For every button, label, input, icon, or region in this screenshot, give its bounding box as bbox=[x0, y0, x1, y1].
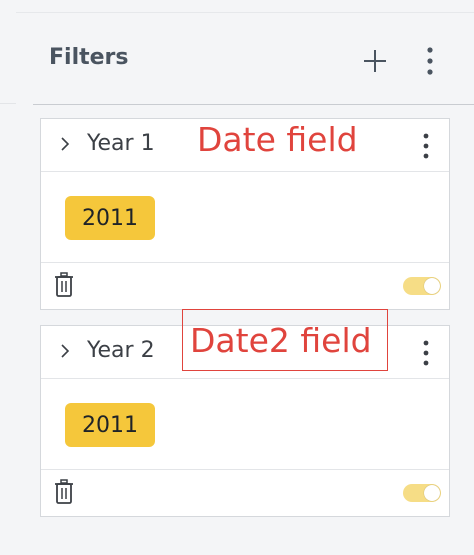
toggle-knob bbox=[424, 485, 440, 501]
filter-card-footer-divider bbox=[41, 469, 449, 470]
left-pane bbox=[0, 0, 17, 555]
toggle-knob bbox=[424, 278, 440, 294]
trash-icon[interactable] bbox=[53, 271, 75, 299]
filter-value-chip[interactable]: 2011 bbox=[65, 403, 155, 447]
annotation-date-field: Date field bbox=[197, 120, 358, 159]
panel-top-divider bbox=[16, 12, 474, 13]
more-vertical-icon[interactable] bbox=[420, 44, 440, 78]
trash-icon[interactable] bbox=[53, 478, 75, 506]
more-vertical-icon[interactable] bbox=[417, 338, 435, 368]
filter-card-title: Year 1 bbox=[87, 131, 155, 156]
filters-title: Filters bbox=[49, 45, 129, 70]
filter-value-chip[interactable]: 2011 bbox=[65, 196, 155, 240]
annotation-date2-field: Date2 field bbox=[190, 321, 372, 360]
chevron-right-icon[interactable] bbox=[59, 137, 71, 151]
plus-icon[interactable] bbox=[362, 48, 388, 74]
filter-enabled-toggle[interactable] bbox=[403, 277, 441, 295]
more-vertical-icon[interactable] bbox=[417, 131, 435, 161]
filter-card-footer-divider bbox=[41, 262, 449, 263]
filter-enabled-toggle[interactable] bbox=[403, 484, 441, 502]
filter-card-title: Year 2 bbox=[87, 338, 155, 363]
left-pane-divider bbox=[0, 103, 16, 104]
panel-header-divider bbox=[33, 104, 474, 105]
chevron-right-icon[interactable] bbox=[59, 344, 71, 358]
